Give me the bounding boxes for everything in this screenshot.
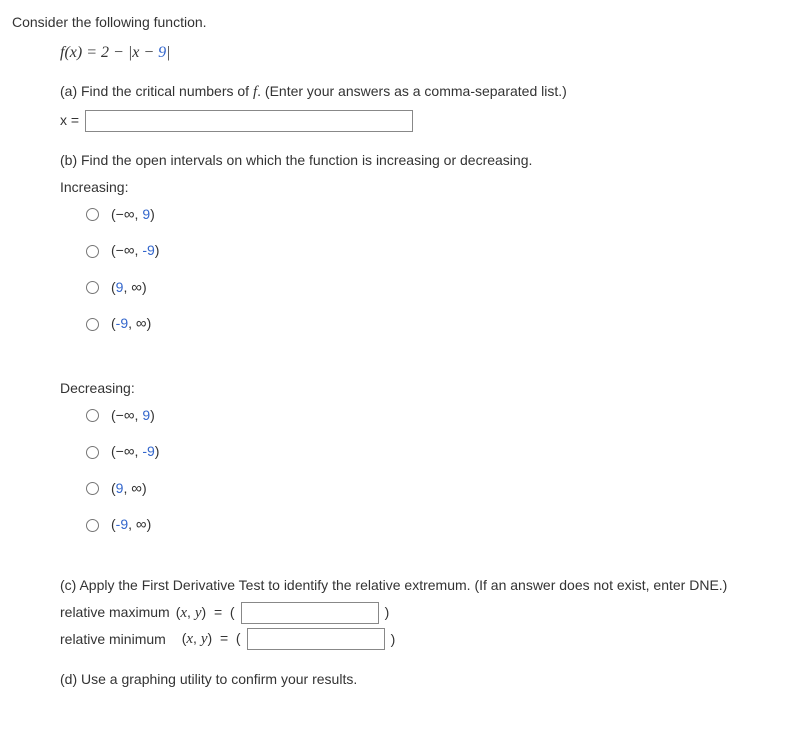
dec-option-1-label: (−∞, 9) [111,405,155,428]
close-paren-min: ) [391,629,396,650]
part-a-prompt: (a) Find the critical numbers of f. (Ent… [60,81,789,104]
dec-option-4-radio[interactable] [86,519,99,532]
inc-option-4-label: (-9, ∞) [111,313,151,336]
part-a: (a) Find the critical numbers of f. (Ent… [60,81,789,132]
dec-option-2-label: (−∞, -9) [111,441,159,464]
inc-option-4-radio[interactable] [86,318,99,331]
dec-option-3-radio[interactable] [86,482,99,495]
inc-option-1-label: (−∞, 9) [111,204,155,227]
inc-option-1-radio[interactable] [86,208,99,221]
increasing-options: (−∞, 9) (−∞, -9) (9, ∞) (-9, ∞) [86,204,789,336]
dec-option-4-label: (-9, ∞) [111,514,151,537]
inc-option-3-radio[interactable] [86,281,99,294]
part-a-var: x = [60,110,79,131]
problem-intro: Consider the following function. [12,12,789,33]
close-paren-max: ) [385,602,390,623]
coord-prefix-min: (x, y) = ( [182,628,241,651]
rel-min-label: relative minimum [60,629,166,650]
dec-option-3-label: (9, ∞) [111,478,147,501]
rel-max-label: relative maximum [60,602,170,623]
increasing-label: Increasing: [60,177,789,198]
part-b-prompt: (b) Find the open intervals on which the… [60,150,789,171]
part-c-prompt: (c) Apply the First Derivative Test to i… [60,575,789,596]
coord-prefix-max: (x, y) = ( [176,602,235,625]
part-c: (c) Apply the First Derivative Test to i… [60,575,789,651]
part-d-prompt: (d) Use a graphing utility to confirm yo… [60,669,789,690]
rel-min-input[interactable] [247,628,385,650]
dec-option-1-radio[interactable] [86,409,99,422]
part-d: (d) Use a graphing utility to confirm yo… [60,669,789,690]
dec-option-2-radio[interactable] [86,446,99,459]
function-expression: f(x) = 2 − |x − 9| [60,41,789,65]
inc-option-2-label: (−∞, -9) [111,240,159,263]
inc-option-3-label: (9, ∞) [111,277,147,300]
rel-max-input[interactable] [241,602,379,624]
inc-option-2-radio[interactable] [86,245,99,258]
decreasing-label: Decreasing: [60,378,789,399]
decreasing-options: (−∞, 9) (−∞, -9) (9, ∞) (-9, ∞) [86,405,789,537]
part-b: (b) Find the open intervals on which the… [60,150,789,537]
critical-numbers-input[interactable] [85,110,413,132]
